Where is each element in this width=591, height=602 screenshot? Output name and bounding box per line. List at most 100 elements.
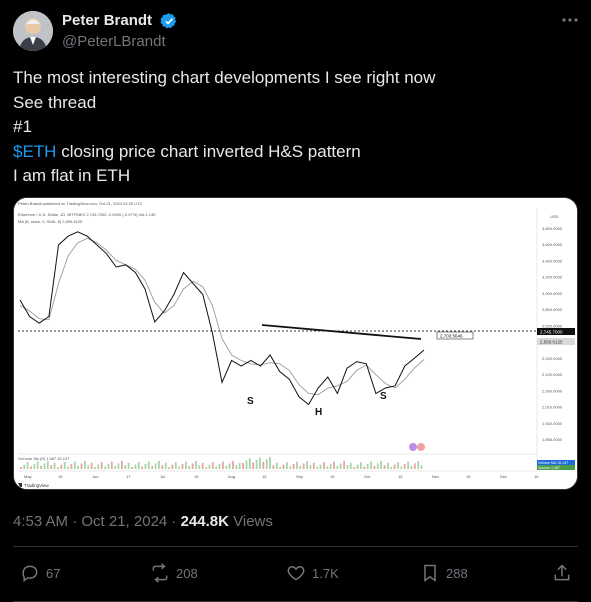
volume-bar xyxy=(296,461,298,469)
tweet-line: #1 xyxy=(13,117,32,136)
volume-bar xyxy=(383,465,386,469)
volume-bar xyxy=(70,464,73,469)
x-tick-label: 15 xyxy=(466,474,471,479)
volume-bar xyxy=(275,462,278,469)
volume-bar xyxy=(127,462,130,469)
reply-count: 67 xyxy=(46,565,61,581)
volume-bar xyxy=(255,460,258,469)
x-tick-label: Aug xyxy=(228,474,235,479)
timestamp-link[interactable]: 4:53 AM · Oct 21, 2024 · xyxy=(13,513,181,530)
volume-bar xyxy=(407,461,409,469)
chart-header-line: PeterLBrandt published on TradingView.co… xyxy=(18,201,143,206)
volume-bar xyxy=(97,464,100,469)
volume-bar xyxy=(131,467,133,469)
volume-bar xyxy=(363,466,366,469)
volume-bar xyxy=(228,463,231,469)
volume-label: Vol sum 9to (9) 1.387 15.137 xyxy=(18,456,70,461)
y-tick-label: 2,800.0000 xyxy=(542,307,563,312)
volume-bar xyxy=(343,461,345,469)
reply-button[interactable]: 67 xyxy=(20,562,60,584)
chart-header-line: MA (8, close, 0, SMA, 8) 2,659.6125 xyxy=(18,219,83,224)
volume-bar xyxy=(373,465,376,469)
views-count[interactable]: 244.8K xyxy=(181,513,229,530)
volume-bar xyxy=(185,461,187,469)
volume-bar xyxy=(286,462,288,469)
pattern-label-left-shoulder: S xyxy=(247,396,254,407)
volume-badge: Volume 1,387 xyxy=(538,466,560,470)
volume-bar xyxy=(289,466,292,469)
author-handle[interactable]: @PeterLBrandt xyxy=(62,33,166,50)
volume-bar xyxy=(376,463,379,469)
volume-bar xyxy=(366,464,369,469)
bookmark-icon xyxy=(424,564,436,582)
reply-icon xyxy=(22,565,38,582)
verified-badge-icon xyxy=(160,12,178,30)
y-tick-label: 3,000.0000 xyxy=(542,291,563,296)
tweet-line: I am flat in ETH xyxy=(13,166,131,185)
volume-bar xyxy=(36,461,39,469)
volume-bar xyxy=(144,464,147,469)
volume-bar xyxy=(117,463,120,469)
y-tick-label: 3,600.0000 xyxy=(542,242,563,247)
volume-bar xyxy=(161,465,164,469)
x-tick-label: Oct xyxy=(364,474,371,479)
volume-bar xyxy=(222,461,224,469)
volume-bar xyxy=(77,465,79,469)
bookmark-count: 288 xyxy=(446,565,468,581)
volume-bar xyxy=(356,464,359,469)
volume-bar xyxy=(164,462,167,469)
flag-circle-icon xyxy=(417,443,425,451)
like-button[interactable]: 1.7K xyxy=(286,562,339,584)
volume-bar xyxy=(137,462,140,469)
volume-bar xyxy=(413,463,416,469)
volume-bar xyxy=(420,465,423,469)
x-tick-label: Jun xyxy=(92,474,98,479)
volume-bar xyxy=(90,462,93,469)
volume-bar xyxy=(339,463,342,469)
more-options-icon[interactable] xyxy=(560,10,580,30)
share-button[interactable] xyxy=(552,562,578,584)
repost-button[interactable]: 208 xyxy=(150,562,198,584)
volume-bar xyxy=(26,462,29,469)
volume-bar xyxy=(57,467,59,469)
volume-bar xyxy=(397,462,399,469)
volume-bar xyxy=(87,465,90,469)
volume-bar xyxy=(259,457,261,469)
usd-label: USD xyxy=(550,214,559,219)
volume-bar xyxy=(390,467,393,469)
volume-bar xyxy=(110,461,113,469)
volume-bar xyxy=(178,466,180,469)
volume-bar xyxy=(346,465,349,469)
x-tick-label: 15 xyxy=(262,474,267,479)
x-tick-label: Dec xyxy=(500,474,507,479)
like-count: 1.7K xyxy=(312,565,339,581)
volume-bar xyxy=(67,466,69,469)
repost-icon xyxy=(152,563,168,583)
volume-bar xyxy=(333,461,335,469)
volume-bar xyxy=(349,462,352,469)
neckline-label: 2,703.5646 xyxy=(436,331,474,340)
tweet-line: The most interesting chart developments … xyxy=(13,68,436,87)
x-tick-label: Jul xyxy=(160,474,165,479)
bookmark-button[interactable]: 288 xyxy=(420,562,468,584)
author-name[interactable]: Peter Brandt xyxy=(62,12,152,29)
volume-bar xyxy=(114,465,117,469)
volume-bar xyxy=(46,461,49,469)
volume-bar xyxy=(201,462,204,469)
volume-bar xyxy=(269,457,271,469)
volume-bar xyxy=(393,464,396,469)
y-tick-label: 1,920.0000 xyxy=(542,421,563,426)
volume-bar xyxy=(400,466,403,469)
x-tick-label: 15 xyxy=(194,474,199,479)
volume-bar xyxy=(316,467,319,469)
tweet-media-chart[interactable]: PeterLBrandt published on TradingView.co… xyxy=(13,197,578,490)
volume-bar xyxy=(417,461,420,469)
tweet-line-rest: closing price chart inverted H&S pattern xyxy=(56,141,361,161)
cashtag-link[interactable]: $ETH xyxy=(13,142,56,161)
avatar[interactable] xyxy=(13,11,53,51)
volume-bar xyxy=(309,465,312,469)
volume-bar xyxy=(387,462,389,469)
price-badge: 2,745.7000 xyxy=(537,328,575,335)
volume-bar xyxy=(262,461,265,469)
volume-bar xyxy=(282,464,285,469)
